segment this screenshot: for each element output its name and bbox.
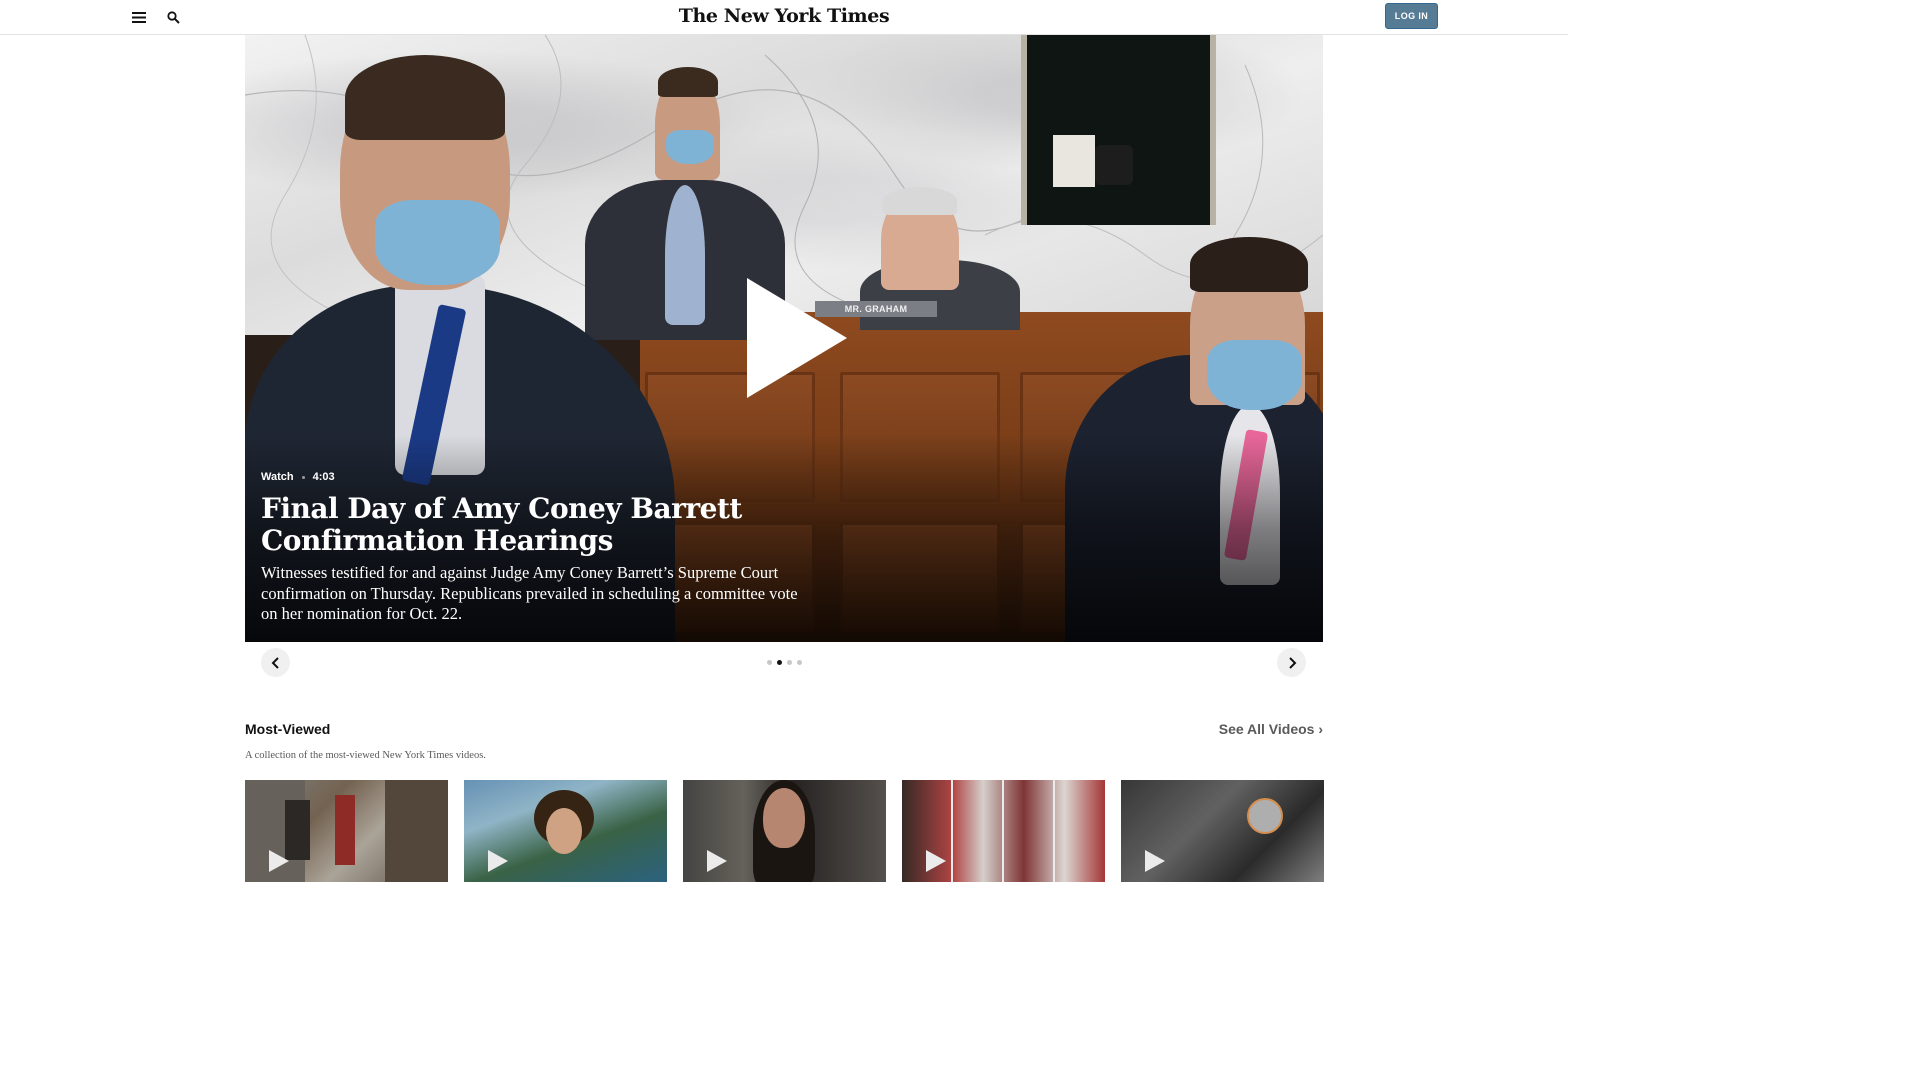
play-icon bbox=[269, 850, 289, 877]
watch-label: Watch bbox=[261, 471, 294, 483]
section-description: A collection of the most-viewed New York… bbox=[245, 750, 486, 761]
wall-window bbox=[1021, 35, 1216, 225]
carousel-dots bbox=[767, 660, 802, 665]
avatar bbox=[1247, 798, 1283, 834]
nyt-logo[interactable]: The New York Times bbox=[0, 5, 1568, 27]
video-thumbnail[interactable] bbox=[902, 780, 1105, 882]
senator-hair bbox=[883, 187, 957, 215]
play-icon bbox=[1145, 850, 1165, 877]
aide-shirt bbox=[665, 185, 705, 325]
video-summary: Witnesses testified for and against Judg… bbox=[261, 563, 798, 623]
featured-video[interactable]: MR. GRAHAM Watch 4:03 Final Day of Amy C… bbox=[245, 35, 1323, 642]
login-button[interactable]: LOG IN bbox=[1385, 3, 1438, 29]
carousel-dot[interactable] bbox=[767, 660, 772, 665]
carousel-prev-button[interactable] bbox=[261, 648, 290, 677]
video-title[interactable]: Final Day of Amy Coney Barrett Confirmat… bbox=[261, 493, 821, 557]
aide-hair bbox=[658, 67, 718, 97]
left-man-mask bbox=[375, 200, 500, 285]
aide-mask bbox=[666, 130, 714, 164]
video-thumbnail[interactable] bbox=[464, 780, 667, 882]
carousel-dot[interactable] bbox=[777, 660, 782, 665]
meta-separator bbox=[301, 475, 305, 479]
play-icon bbox=[926, 850, 946, 877]
carousel-next-button[interactable] bbox=[1277, 648, 1306, 677]
play-icon[interactable] bbox=[747, 278, 847, 403]
see-all-videos-link[interactable]: See All Videos › bbox=[1180, 721, 1323, 737]
video-thumbnail[interactable] bbox=[245, 780, 448, 882]
camera-light bbox=[1053, 135, 1095, 187]
chevron-right-icon bbox=[1288, 656, 1296, 669]
video-thumbnail[interactable] bbox=[1121, 780, 1324, 882]
video-thumbnail[interactable] bbox=[683, 780, 886, 882]
carousel-dot[interactable] bbox=[797, 660, 802, 665]
play-icon bbox=[488, 850, 508, 877]
carousel-dot[interactable] bbox=[787, 660, 792, 665]
site-header: The New York Times LOG IN bbox=[0, 0, 1568, 35]
video-duration: 4:03 bbox=[312, 471, 335, 483]
left-man-hair bbox=[345, 55, 505, 140]
chevron-left-icon bbox=[271, 656, 279, 669]
video-meta: Watch 4:03 bbox=[261, 471, 335, 483]
right-man-mask bbox=[1207, 340, 1302, 410]
camera bbox=[1095, 145, 1133, 185]
play-icon bbox=[707, 850, 727, 877]
right-man-hair bbox=[1190, 237, 1308, 292]
section-title: Most-Viewed bbox=[245, 721, 331, 737]
